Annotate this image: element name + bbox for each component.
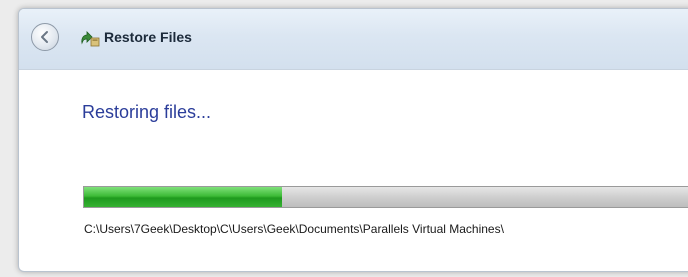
restore-files-icon (81, 31, 100, 47)
title-bar: Restore Files (19, 9, 688, 70)
back-button[interactable] (31, 23, 59, 51)
restoring-heading: Restoring files... (82, 102, 212, 122)
restore-progress-bar (83, 186, 688, 208)
window-title: Restore Files (104, 29, 192, 45)
current-file-path: C:\Users\7Geek\Desktop\C\Users\Geek\Docu… (84, 222, 504, 236)
restore-files-window: Restore Files Restoring files... C:\User… (18, 8, 688, 272)
progress-fill (84, 187, 282, 207)
back-arrow-icon (41, 31, 48, 43)
